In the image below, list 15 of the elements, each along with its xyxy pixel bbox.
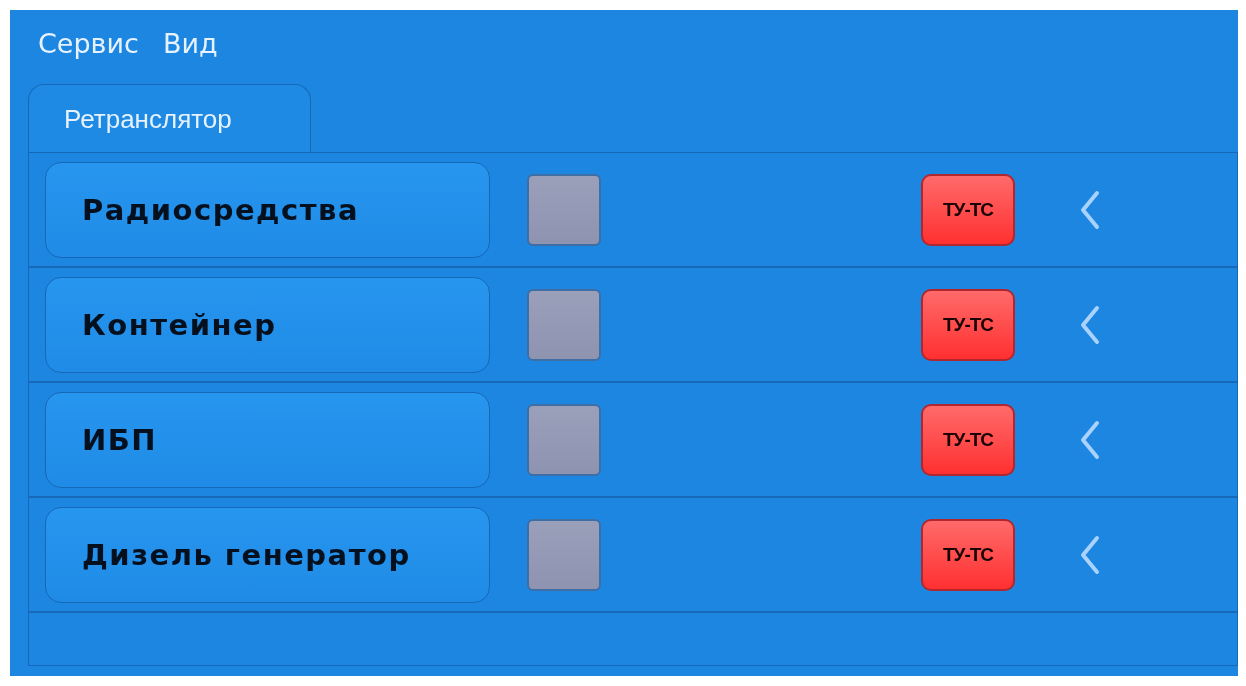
device-button[interactable]: ИБП (45, 391, 490, 488)
control-button[interactable]: ТУ-ТС (921, 173, 1015, 246)
device-button[interactable]: Дизель генератор (45, 506, 490, 603)
menu-item[interactable]: Вид (162, 27, 218, 59)
chevron-left-icon[interactable] (1079, 304, 1101, 345)
device-button[interactable]: Радиосредства (45, 161, 490, 258)
control-button[interactable]: ТУ-ТС (921, 288, 1015, 361)
chevron-left-icon[interactable] (1079, 534, 1101, 575)
tab[interactable]: Ретранслятор (28, 84, 311, 153)
control-button[interactable]: ТУ-ТС (921, 518, 1015, 591)
chevron-left-icon[interactable] (1079, 419, 1101, 460)
control-button[interactable]: ТУ-ТС (921, 403, 1015, 476)
device-button[interactable]: Контейнер (45, 276, 490, 373)
chevron-left-icon[interactable] (1079, 189, 1101, 230)
menu-item[interactable]: Сервис (38, 27, 139, 59)
